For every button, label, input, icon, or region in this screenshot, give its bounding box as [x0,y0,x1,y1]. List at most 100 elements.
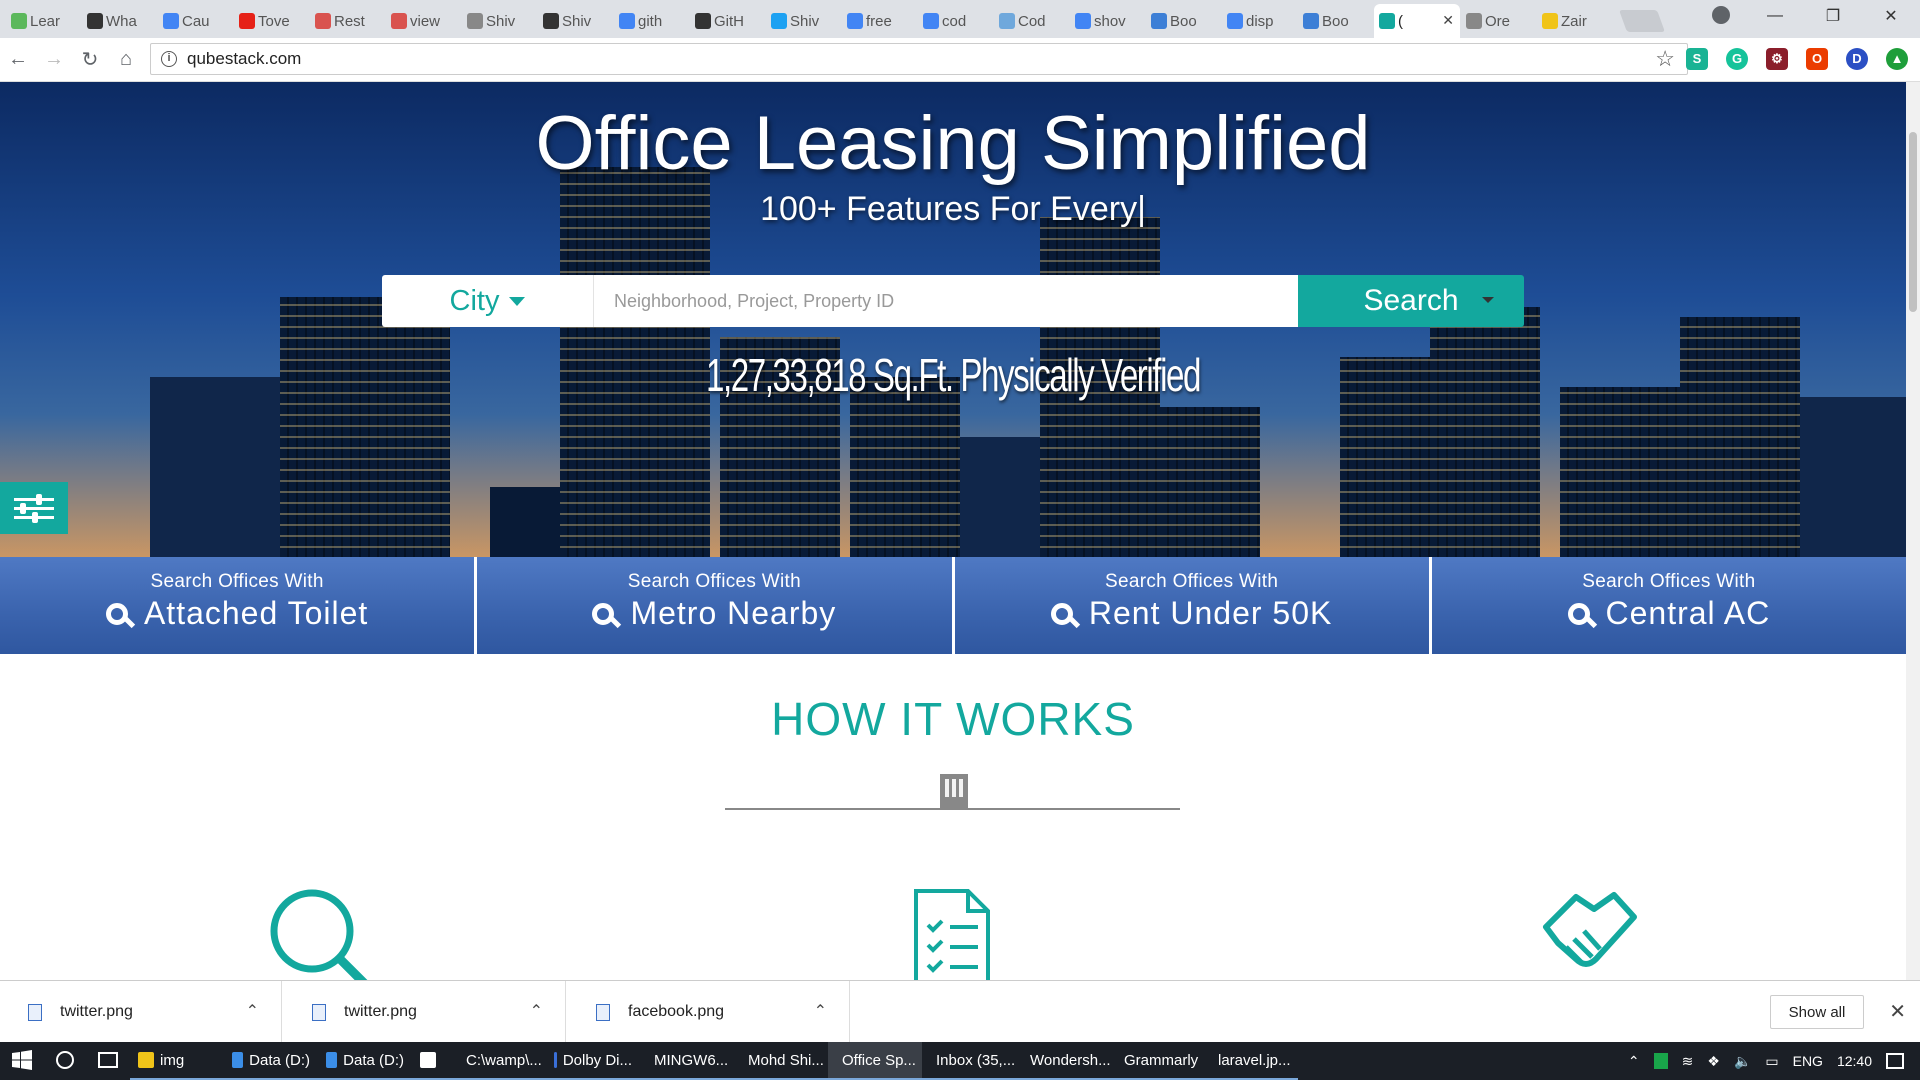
browser-tab[interactable]: Shiv [538,4,613,38]
hero-subtitle: 100+ Features For Every| [760,190,1146,228]
download-item[interactable]: facebook.png ⌃ [568,981,850,1043]
browser-tab[interactable]: Boo [1146,4,1221,38]
cv-icon [999,13,1015,29]
browser-tab[interactable]: view [386,4,461,38]
quick-search-central-ac[interactable]: Search Offices With Central AC [1431,557,1906,654]
taskbar-app-button[interactable]: Data (D:) [318,1042,412,1080]
quick-search-label: Rent Under 50K [1088,595,1333,631]
close-icon[interactable]: ✕ [1889,999,1906,1024]
url-text[interactable]: qubestack.com [187,49,301,69]
taskbar-app-button[interactable]: Wondersh... [1016,1042,1110,1080]
minimize-button[interactable]: — [1746,0,1804,32]
close-tab-icon[interactable]: ✕ [1442,12,1454,29]
chevron-up-icon[interactable]: ⌃ [814,1001,827,1021]
quick-search-rent-under-50k[interactable]: Search Offices With Rent Under 50K [954,557,1429,654]
neighborhood-search-input[interactable] [594,275,1298,327]
browser-tab[interactable]: gith [614,4,689,38]
city-dropdown[interactable]: City [382,275,594,327]
account-icon[interactable] [1712,6,1730,24]
tab-title: Zair [1561,12,1587,30]
dropbox-icon[interactable]: ❖ [1707,1053,1720,1070]
browser-tab[interactable]: Shiv [766,4,841,38]
chevron-up-icon[interactable]: ⌃ [246,1001,259,1021]
browser-tab[interactable]: free [842,4,917,38]
forward-button[interactable]: → [36,48,72,71]
dropdown-arrow-icon[interactable] [1482,297,1494,303]
browser-tab[interactable]: Cau [158,4,233,38]
taskbar-app-label: Mohd Shi... [748,1051,824,1069]
browser-tab[interactable]: Lear [6,4,81,38]
taskbar-app-label: Data (D:) [343,1051,404,1069]
battery-icon[interactable]: ▭ [1765,1053,1778,1070]
taskbar-app-button[interactable]: Office Sp... [828,1042,922,1080]
address-bar[interactable]: i qubestack.com ☆ [150,43,1688,75]
file-icon [28,1003,42,1021]
filter-sliders-icon[interactable] [0,482,68,534]
restore-button[interactable]: ❐ [1804,0,1862,32]
quick-search-metro-nearby[interactable]: Search Offices With Metro Nearby [477,557,952,654]
browser-tab[interactable]: Zair [1537,4,1612,38]
browser-tab[interactable]: shov [1070,4,1145,38]
extension-green-icon[interactable]: ▲ [1886,48,1908,70]
extension-d-icon[interactable]: D [1846,48,1868,70]
tray-chevron-up-icon[interactable]: ⌃ [1628,1053,1640,1070]
browser-tab[interactable]: Shiv [462,4,537,38]
download-filename: twitter.png [344,1003,417,1020]
taskbar-app-button[interactable]: MINGW6... [640,1042,734,1080]
taskbar-app-button[interactable]: Dolby Di... [546,1042,640,1080]
quick-search-attached-toilet[interactable]: Search Offices With Attached Toilet [0,557,475,654]
browser-tab[interactable]: GitH [690,4,765,38]
task-view-button[interactable] [86,1042,130,1080]
language-indicator[interactable]: ENG [1793,1053,1823,1069]
google-icon [1075,13,1091,29]
page-scrollbar[interactable] [1906,82,1920,980]
back-button[interactable]: ← [0,48,36,71]
show-all-downloads-button[interactable]: Show all [1770,995,1864,1029]
browser-tab[interactable]: Boo [1298,4,1373,38]
bookmark-star-icon[interactable]: ☆ [1655,46,1675,72]
tray-app-icon[interactable] [1653,1053,1668,1069]
windows-start-button[interactable] [0,1042,44,1080]
browser-tab[interactable]: disp [1222,4,1297,38]
notifications-icon[interactable] [1886,1053,1904,1069]
taskbar-app-button[interactable] [412,1042,452,1080]
taskbar-app-button[interactable]: Mohd Shi... [734,1042,828,1080]
red-icon [315,13,331,29]
taskbar-app-button[interactable]: img [130,1042,224,1080]
skyline-building [150,377,300,557]
clock[interactable]: 12:40 [1837,1053,1872,1069]
grammarly-extension-icon[interactable]: G [1726,48,1748,70]
taskbar-app-button[interactable]: C:\wamp\... [452,1042,546,1080]
taskbar-app-button[interactable]: Inbox (35,... [922,1042,1016,1080]
reload-button[interactable]: ↻ [72,47,108,72]
chevron-up-icon[interactable]: ⌃ [530,1001,543,1021]
tab-title: cod [942,12,967,30]
close-window-button[interactable]: ✕ [1862,0,1920,32]
taskbar-app-button[interactable]: Grammarly [1110,1042,1204,1080]
browser-tab[interactable]: Wha [82,4,157,38]
taskbar-app-button[interactable]: Data (D:) [224,1042,318,1080]
volume-icon[interactable]: 🔈 [1734,1053,1751,1070]
extension-puzzle-icon[interactable]: ⚙ [1766,48,1788,70]
extension-s-icon[interactable]: S [1686,48,1708,70]
taskbar-app-button[interactable]: laravel.jp... [1204,1042,1298,1080]
tab-title: Ore [1485,12,1511,30]
browser-tab[interactable]: (✕ [1374,4,1460,38]
cortana-button[interactable] [44,1042,86,1080]
browser-tab[interactable]: Ore [1461,4,1536,38]
download-item[interactable]: twitter.png ⌃ [0,981,282,1043]
browser-tab[interactable]: Rest [310,4,385,38]
wifi-icon[interactable]: ≋ [1682,1053,1694,1070]
office-extension-icon[interactable]: O [1806,48,1828,70]
taskbar-app-label: Office Sp... [842,1051,916,1069]
site-info-icon[interactable]: i [161,51,177,67]
download-item[interactable]: twitter.png ⌃ [284,981,566,1043]
browser-tab[interactable]: Cod [994,4,1069,38]
browser-tab[interactable]: Tove [234,4,309,38]
page-icon [1466,13,1482,29]
new-tab-button[interactable] [1618,10,1666,32]
home-button[interactable]: ⌂ [108,48,144,71]
browser-tab[interactable]: cod [918,4,993,38]
tab-title: Cau [182,12,210,30]
scrollbar-thumb[interactable] [1909,132,1917,312]
